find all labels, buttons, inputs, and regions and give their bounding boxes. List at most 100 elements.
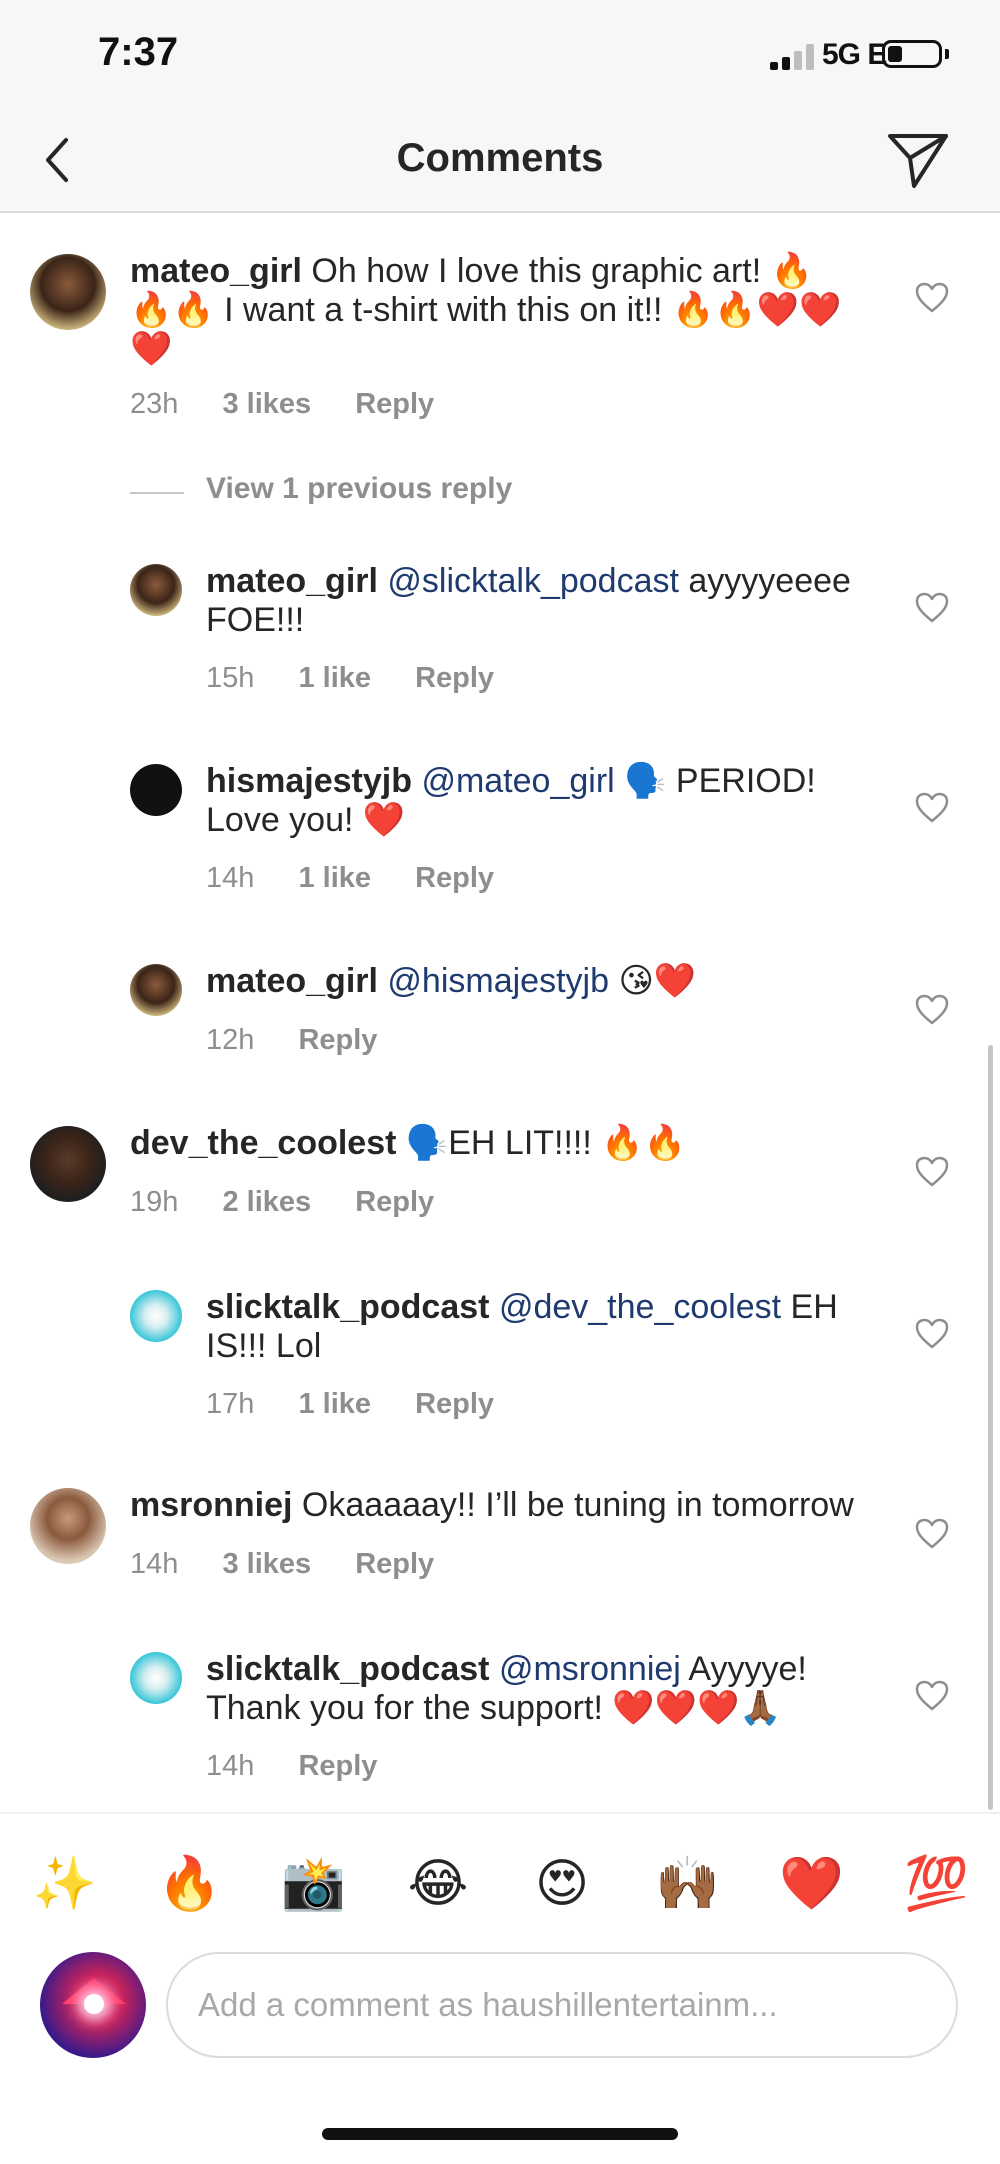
network-label: 5G E bbox=[822, 38, 887, 71]
heart-icon bbox=[915, 994, 949, 1025]
comment-username[interactable]: slicktalk_podcast bbox=[206, 1288, 489, 1326]
comment-body: 🗣️EH LIT!!!! 🔥🔥 bbox=[396, 1124, 686, 1162]
like-button[interactable] bbox=[915, 1680, 949, 1712]
comment-likes[interactable]: 1 like bbox=[298, 1388, 371, 1421]
comment-time: 15h bbox=[206, 662, 255, 694]
comment-meta: 15h 1 like Reply bbox=[206, 662, 494, 695]
paper-plane-icon bbox=[888, 134, 948, 188]
comment-text: mateo_girl Oh how I love this graphic ar… bbox=[130, 252, 850, 369]
comment-text: mateo_girl @slicktalk_podcast ayyyyeeee … bbox=[206, 562, 886, 640]
comment-time: 12h bbox=[206, 1024, 255, 1056]
avatar[interactable] bbox=[130, 1290, 182, 1342]
scrollbar[interactable] bbox=[988, 1045, 993, 1810]
emoji-quick-bar: ✨ 🔥 📸 😂 😍 🙌🏾 ❤️ 💯 bbox=[0, 1812, 1000, 1942]
comment-text: slicktalk_podcast @dev_the_coolest EH IS… bbox=[206, 1288, 886, 1366]
comment-username[interactable]: mateo_girl bbox=[206, 962, 378, 1000]
home-indicator[interactable] bbox=[322, 2128, 678, 2140]
current-user-avatar bbox=[40, 1952, 146, 2058]
page-title: Comments bbox=[396, 136, 604, 180]
avatar[interactable] bbox=[30, 1126, 106, 1202]
comment-text: hismajestyjb @mateo_girl 🗣️ PERIOD! Love… bbox=[206, 762, 886, 840]
comment-text: msronniej Okaaaaay!! I’ll be tuning in t… bbox=[130, 1486, 890, 1525]
avatar[interactable] bbox=[130, 964, 182, 1016]
heart-icon bbox=[915, 592, 949, 623]
reply-button[interactable]: Reply bbox=[415, 662, 494, 695]
reply-button[interactable]: Reply bbox=[298, 1750, 377, 1783]
comment-meta: 19h 2 likes Reply bbox=[130, 1186, 434, 1219]
avatar[interactable] bbox=[130, 1652, 182, 1704]
heart-icon bbox=[915, 282, 949, 313]
comment-body: 😘❤️ bbox=[609, 962, 697, 1000]
comment-text: mateo_girl @hismajestyjb 😘❤️ bbox=[206, 962, 886, 1001]
comment-text: dev_the_coolest 🗣️EH LIT!!!! 🔥🔥 bbox=[130, 1124, 850, 1163]
heart-icon bbox=[915, 1518, 949, 1549]
reply-button[interactable]: Reply bbox=[355, 388, 434, 421]
emoji-joy-button[interactable]: 😂 bbox=[406, 1852, 470, 1916]
reply-button[interactable]: Reply bbox=[355, 1186, 434, 1219]
like-button[interactable] bbox=[915, 592, 949, 624]
comment-username[interactable]: mateo_girl bbox=[130, 252, 302, 290]
avatar[interactable] bbox=[30, 1488, 106, 1564]
heart-icon bbox=[915, 1156, 949, 1187]
reply-button[interactable]: Reply bbox=[415, 1388, 494, 1421]
comment-time: 14h bbox=[206, 1750, 255, 1782]
like-button[interactable] bbox=[915, 792, 949, 824]
heart-icon bbox=[915, 792, 949, 823]
comment-time: 14h bbox=[206, 862, 255, 894]
comment-likes[interactable]: 3 likes bbox=[222, 1548, 311, 1581]
heart-icon bbox=[915, 1680, 949, 1711]
reply-button[interactable]: Reply bbox=[298, 1024, 377, 1057]
comment-likes[interactable]: 1 like bbox=[298, 662, 371, 695]
reply-button[interactable]: Reply bbox=[355, 1548, 434, 1581]
divider-line bbox=[130, 492, 184, 494]
avatar[interactable] bbox=[130, 564, 182, 616]
comment-mention[interactable]: @slicktalk_podcast bbox=[387, 562, 679, 600]
comment-likes[interactable]: 2 likes bbox=[222, 1186, 311, 1219]
comment-mention[interactable]: @hismajestyjb bbox=[387, 962, 609, 1000]
emoji-fire-button[interactable]: 🔥 bbox=[157, 1852, 222, 1916]
comment-username[interactable]: dev_the_coolest bbox=[130, 1124, 396, 1162]
comment-mention[interactable]: @dev_the_coolest bbox=[499, 1288, 781, 1326]
like-button[interactable] bbox=[915, 1156, 949, 1188]
avatar[interactable] bbox=[130, 764, 182, 816]
comment-username[interactable]: hismajestyjb bbox=[206, 762, 412, 800]
comment-meta: 17h 1 like Reply bbox=[206, 1388, 494, 1421]
comment-username[interactable]: mateo_girl bbox=[206, 562, 378, 600]
avatar[interactable] bbox=[30, 254, 106, 330]
emoji-raised-hands-button[interactable]: 🙌🏾 bbox=[655, 1852, 720, 1916]
comment-time: 19h bbox=[130, 1186, 179, 1218]
signal-icon bbox=[770, 44, 816, 70]
comment-meta: 14h 3 likes Reply bbox=[130, 1548, 434, 1581]
like-button[interactable] bbox=[915, 1518, 949, 1550]
nav-header: Comments bbox=[0, 110, 1000, 213]
battery-tip bbox=[945, 49, 949, 59]
status-time: 7:37 bbox=[98, 30, 179, 74]
comment-input[interactable] bbox=[166, 1952, 958, 2058]
comment-username[interactable]: msronniej bbox=[130, 1486, 292, 1524]
comment-meta: 14h 1 like Reply bbox=[206, 862, 494, 895]
comment-likes[interactable]: 3 likes bbox=[222, 388, 311, 421]
like-button[interactable] bbox=[915, 282, 949, 314]
comment-likes[interactable]: 1 like bbox=[298, 862, 371, 895]
comment-time: 14h bbox=[130, 1548, 179, 1580]
comment-meta: 14h Reply bbox=[206, 1750, 377, 1783]
comment-username[interactable]: slicktalk_podcast bbox=[206, 1650, 489, 1688]
comment-body: Okaaaaay!! I’ll be tuning in tomorrow bbox=[292, 1486, 854, 1524]
emoji-red-heart-button[interactable]: ❤️ bbox=[779, 1852, 844, 1916]
emoji-camera-flash-button[interactable]: 📸 bbox=[281, 1852, 346, 1916]
view-previous-label: View 1 previous reply bbox=[206, 472, 513, 505]
like-button[interactable] bbox=[915, 1318, 949, 1350]
comment-mention[interactable]: @mateo_girl bbox=[421, 762, 614, 800]
emoji-hundred-button[interactable]: 💯 bbox=[904, 1852, 969, 1916]
status-bar: 7:37 5G E bbox=[0, 0, 1000, 110]
like-button[interactable] bbox=[915, 994, 949, 1026]
emoji-sparkles-button[interactable]: ✨ bbox=[32, 1852, 97, 1916]
reply-button[interactable]: Reply bbox=[415, 862, 494, 895]
comment-text: slicktalk_podcast @msronniej Ayyyye! Tha… bbox=[206, 1650, 886, 1728]
emoji-heart-eyes-button[interactable]: 😍 bbox=[530, 1852, 594, 1916]
share-button[interactable] bbox=[884, 128, 952, 192]
comment-time: 17h bbox=[206, 1388, 255, 1420]
comment-meta: 23h 3 likes Reply bbox=[130, 388, 434, 421]
comment-mention[interactable]: @msronniej bbox=[499, 1650, 681, 1688]
heart-icon bbox=[915, 1318, 949, 1349]
